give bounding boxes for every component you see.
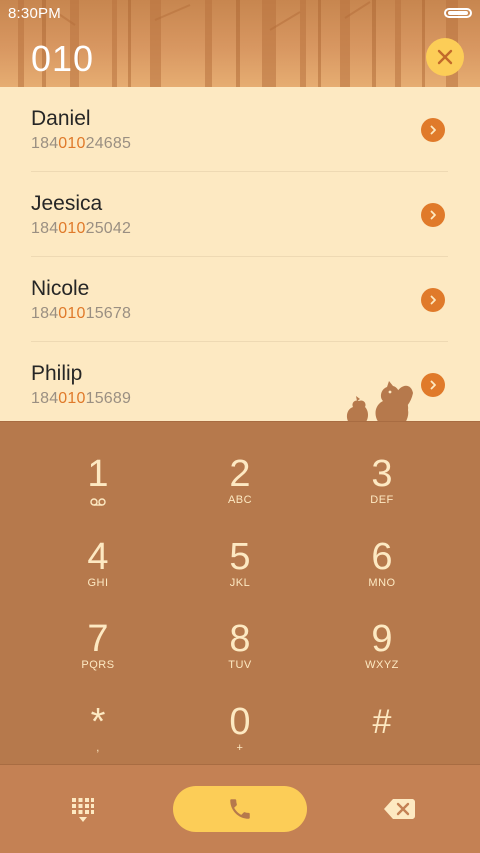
key-9[interactable]: 9 WXYZ xyxy=(322,615,442,695)
number-suffix: 25042 xyxy=(85,220,132,237)
key-1[interactable]: 1 xyxy=(38,450,158,530)
key-digit: 6 xyxy=(371,536,393,578)
key-6[interactable]: 6 MNO xyxy=(322,533,442,613)
contact-number: 18401015678 xyxy=(31,305,131,323)
dialer-screen: 8:30PM 010 Daniel 18401024685 Jeesica 18… xyxy=(0,0,480,853)
key-letters: PQRS xyxy=(81,659,115,671)
key-4[interactable]: 4 GHI xyxy=(38,533,158,613)
chevron-right-icon[interactable] xyxy=(421,203,445,227)
key-digit: 5 xyxy=(229,536,251,578)
key-letters: + xyxy=(236,742,244,754)
status-time: 8:30PM xyxy=(8,5,61,22)
clear-button[interactable] xyxy=(426,38,464,76)
key-digit: 9 xyxy=(371,618,393,660)
key-digit: * xyxy=(90,701,106,743)
key-digit: 1 xyxy=(87,453,109,495)
contact-row[interactable]: Jeesica 18401025042 xyxy=(0,172,480,257)
number-match: 010 xyxy=(58,135,86,152)
call-button[interactable] xyxy=(173,786,307,832)
contact-row[interactable]: Daniel 18401024685 xyxy=(0,87,480,172)
number-prefix: 184 xyxy=(31,135,59,152)
header: 8:30PM 010 xyxy=(0,0,480,87)
number-match: 010 xyxy=(58,220,86,237)
chevron-right-icon[interactable] xyxy=(421,288,445,312)
chevron-right-icon[interactable] xyxy=(421,373,445,397)
dialed-number: 010 xyxy=(31,38,95,79)
number-suffix: 15689 xyxy=(85,390,132,407)
key-2[interactable]: 2 ABC xyxy=(180,450,300,530)
squirrel-icon xyxy=(346,381,413,421)
contact-number: 18401024685 xyxy=(31,135,131,153)
contact-number: 18401025042 xyxy=(31,220,131,238)
dialpad-icon[interactable] xyxy=(71,797,95,823)
key-7[interactable]: 7 PQRS xyxy=(38,615,158,695)
key-letters: DEF xyxy=(370,494,394,506)
key-3[interactable]: 3 DEF xyxy=(322,450,442,530)
close-icon xyxy=(437,49,453,65)
key-digit: 0 xyxy=(229,701,251,743)
number-prefix: 184 xyxy=(31,305,59,322)
key-letters: ABC xyxy=(227,494,253,506)
key-digit: 7 xyxy=(87,618,109,660)
key-letters: GHI xyxy=(87,577,109,589)
key-5[interactable]: 5 JKL xyxy=(180,533,300,613)
keypad: 1 2 ABC 3 DEF 4 GHI 5 JKL 6 MNO 7 PQRS 8… xyxy=(0,421,480,765)
number-match: 010 xyxy=(58,390,86,407)
number-suffix: 24685 xyxy=(85,135,132,152)
key-letters: MNO xyxy=(368,577,396,589)
phone-icon xyxy=(230,799,250,819)
number-suffix: 15678 xyxy=(85,305,132,322)
key-digit: 2 xyxy=(229,453,251,495)
contact-name: Nicole xyxy=(31,277,90,300)
backspace-icon[interactable] xyxy=(384,798,415,820)
battery-icon xyxy=(444,8,472,18)
contact-row[interactable]: Nicole 18401015678 xyxy=(0,257,480,342)
key-digit: 3 xyxy=(371,453,393,495)
number-match: 010 xyxy=(58,305,86,322)
key-8[interactable]: 8 TUV xyxy=(180,615,300,695)
contact-results: Daniel 18401024685 Jeesica 18401025042 N… xyxy=(0,87,480,421)
contact-name: Daniel xyxy=(31,107,91,130)
key-letters: WXYZ xyxy=(365,659,399,671)
contact-name: Jeesica xyxy=(31,192,103,215)
contact-name: Philip xyxy=(31,362,83,385)
key-digit: 8 xyxy=(229,618,251,660)
key-letters: JKL xyxy=(229,577,251,589)
key-letters: TUV xyxy=(228,659,252,671)
chevron-right-icon[interactable] xyxy=(421,118,445,142)
number-prefix: 184 xyxy=(31,390,59,407)
key-letters: , xyxy=(96,742,100,754)
contact-number: 18401015689 xyxy=(31,390,131,408)
key-digit: # xyxy=(372,703,392,741)
number-prefix: 184 xyxy=(31,220,59,237)
key-digit: 4 xyxy=(87,536,109,578)
voicemail-icon xyxy=(90,498,106,506)
